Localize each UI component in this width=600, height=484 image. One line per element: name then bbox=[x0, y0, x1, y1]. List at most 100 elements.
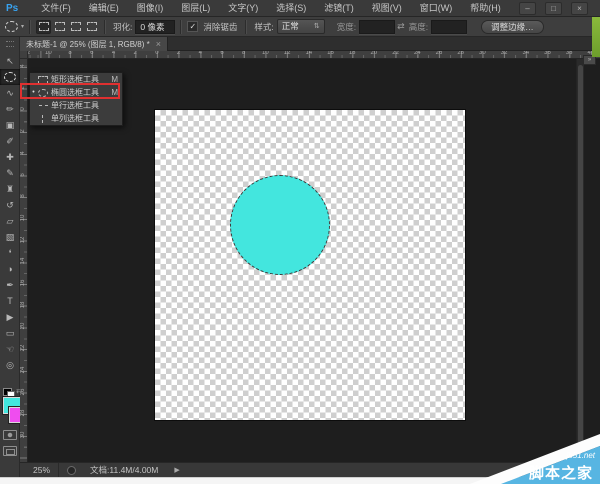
menu-item-6[interactable]: 滤镜(T) bbox=[315, 0, 363, 16]
ruler-number: 24 bbox=[20, 366, 26, 374]
type-tool[interactable]: T bbox=[0, 293, 20, 309]
document-size-label: 文档:11.4M/4.00M bbox=[90, 464, 158, 476]
ruler-number: 32 bbox=[501, 51, 508, 56]
ruler-number: 36 bbox=[544, 51, 551, 56]
elliptical-selection[interactable] bbox=[230, 175, 330, 275]
elliptical-marquee-icon bbox=[5, 21, 18, 32]
ruler-number: 16 bbox=[20, 279, 26, 287]
tool-options-bar: ▾ 羽化: 0 像素 ✓ 消除锯齿 样式: 正常 ⇅ 宽度: ⇄ 高度: 调整边… bbox=[0, 17, 600, 37]
photoshop-logo-icon: Ps bbox=[6, 3, 18, 14]
flyout-item-2[interactable]: 单行选框工具 bbox=[30, 99, 122, 112]
intersect-selection-button[interactable] bbox=[84, 20, 99, 34]
menu-item-4[interactable]: 文字(Y) bbox=[219, 0, 267, 16]
document-tab-bar: 未标题-1 @ 25% (图层 1, RGB/8) * × bbox=[20, 37, 600, 51]
status-menu-arrow-icon[interactable]: ▶ bbox=[174, 466, 179, 474]
intersect-selection-icon bbox=[87, 22, 97, 31]
clone-stamp-tool[interactable]: ♜ bbox=[0, 181, 20, 197]
divider bbox=[245, 20, 247, 34]
flyout-item-label: 单列选框工具 bbox=[51, 113, 118, 124]
menu-item-5[interactable]: 选择(S) bbox=[267, 0, 315, 16]
zoom-level-field[interactable]: 25% bbox=[33, 465, 50, 475]
history-brush-tool[interactable]: ↺ bbox=[0, 197, 20, 213]
feather-input[interactable]: 0 像素 bbox=[135, 20, 175, 34]
eraser-tool[interactable]: ▱ bbox=[0, 213, 20, 229]
hand-tool[interactable]: ☜ bbox=[0, 341, 20, 357]
fi-row-icon bbox=[37, 105, 49, 107]
ruler-number: 28 bbox=[20, 409, 26, 417]
ruler-number: 2 bbox=[20, 127, 26, 135]
quick-mask-button[interactable] bbox=[3, 430, 17, 440]
close-button[interactable]: × bbox=[571, 2, 588, 15]
menu-item-9[interactable]: 帮助(H) bbox=[461, 0, 510, 16]
vertical-ruler: 42024681012141618202224262830 bbox=[20, 59, 28, 462]
quick-selection-tool[interactable]: ✏ bbox=[0, 101, 20, 117]
ruler-number: 30 bbox=[20, 431, 26, 439]
tab-close-icon[interactable]: × bbox=[156, 40, 161, 49]
marquee-tools-flyout-menu: 矩形选框工具M•椭圆选框工具M单行选框工具单列选框工具 bbox=[29, 72, 123, 126]
ruler-number: 4 bbox=[199, 51, 202, 56]
menu-item-2[interactable]: 图像(I) bbox=[128, 0, 173, 16]
swap-width-height-icon[interactable]: ⇄ bbox=[397, 21, 405, 32]
tool-list: ↖ ∿✏▣✐✚✎♜↺▱▧❛◑✒T▶▭☜◎ bbox=[0, 53, 19, 373]
width-input[interactable] bbox=[359, 20, 395, 34]
screen-mode-button[interactable] bbox=[3, 446, 17, 456]
shape-tool[interactable]: ▭ bbox=[0, 325, 20, 341]
ruler-number: 12 bbox=[20, 236, 26, 244]
ruler-number: 30 bbox=[479, 51, 486, 56]
dashed-ellipse-icon bbox=[4, 72, 16, 82]
minimize-button[interactable]: – bbox=[519, 2, 536, 15]
anti-alias-checkbox[interactable]: ✓ bbox=[187, 21, 198, 32]
gradient-tool[interactable]: ▧ bbox=[0, 229, 20, 245]
photoshop-window: Ps 文件(F)编辑(E)图像(I)图层(L)文字(Y)选择(S)滤镜(T)视图… bbox=[0, 0, 600, 484]
menu-item-0[interactable]: 文件(F) bbox=[32, 0, 80, 16]
new-selection-button[interactable] bbox=[36, 20, 51, 34]
healing-brush-tool[interactable]: ✚ bbox=[0, 149, 20, 165]
blur-tool[interactable]: ❛ bbox=[0, 245, 20, 261]
brush-tool[interactable]: ✎ bbox=[0, 165, 20, 181]
refine-edge-button[interactable]: 调整边缘… bbox=[481, 20, 544, 34]
menu-item-8[interactable]: 窗口(W) bbox=[411, 0, 462, 16]
default-colors-icon[interactable] bbox=[3, 388, 12, 396]
elliptical-marquee-tool[interactable] bbox=[0, 69, 20, 85]
red-highlight-annotation bbox=[20, 83, 120, 99]
scrollbar-thumb[interactable] bbox=[578, 65, 583, 450]
divider bbox=[29, 20, 31, 34]
lasso-tool[interactable]: ∿ bbox=[0, 85, 20, 101]
toolbar-grip-icon[interactable] bbox=[6, 41, 14, 47]
menu-item-1[interactable]: 编辑(E) bbox=[80, 0, 128, 16]
chevron-down-icon: ▾ bbox=[21, 23, 24, 30]
ruler-number: 22 bbox=[392, 51, 399, 56]
ruler-number: 8 bbox=[68, 51, 71, 56]
crop-tool[interactable]: ▣ bbox=[0, 117, 20, 133]
dodge-tool[interactable]: ◑ bbox=[0, 261, 20, 277]
tool-preset-picker[interactable]: ▾ bbox=[5, 21, 24, 32]
fi-col bbox=[42, 115, 44, 123]
maximize-button[interactable]: □ bbox=[545, 2, 562, 15]
eyedropper-tool[interactable]: ✐ bbox=[0, 133, 20, 149]
flyout-item-3[interactable]: 单列选框工具 bbox=[30, 112, 122, 125]
move-tool[interactable]: ↖ bbox=[0, 53, 20, 69]
pen-tool[interactable]: ✒ bbox=[0, 277, 20, 293]
ruler-number: 6 bbox=[220, 51, 223, 56]
ruler-number: 2 bbox=[177, 51, 180, 56]
style-dropdown[interactable]: 正常 ⇅ bbox=[277, 19, 325, 34]
selection-mode-buttons bbox=[36, 20, 99, 34]
document-tab[interactable]: 未标题-1 @ 25% (图层 1, RGB/8) * × bbox=[20, 37, 168, 51]
menu-item-3[interactable]: 图层(L) bbox=[172, 0, 219, 16]
add-to-selection-button[interactable] bbox=[52, 20, 67, 34]
ruler-number: 0 bbox=[155, 51, 158, 56]
menu-item-7[interactable]: 视图(V) bbox=[363, 0, 411, 16]
ruler-number: 16 bbox=[327, 51, 334, 56]
ruler-number: 4 bbox=[20, 149, 26, 157]
zoom-tool[interactable]: ◎ bbox=[0, 357, 20, 373]
add-selection-icon bbox=[55, 22, 65, 31]
ruler-number: 14 bbox=[305, 51, 312, 56]
subtract-from-selection-button[interactable] bbox=[68, 20, 83, 34]
style-value: 正常 bbox=[282, 20, 299, 33]
height-input[interactable] bbox=[431, 20, 467, 34]
ruler-number: 38 bbox=[566, 51, 573, 56]
vertical-scrollbar[interactable] bbox=[576, 59, 584, 462]
canvas-transparent-background[interactable] bbox=[155, 110, 465, 420]
watermark-site: jb51.net bbox=[567, 451, 595, 460]
path-selection-tool[interactable]: ▶ bbox=[0, 309, 20, 325]
